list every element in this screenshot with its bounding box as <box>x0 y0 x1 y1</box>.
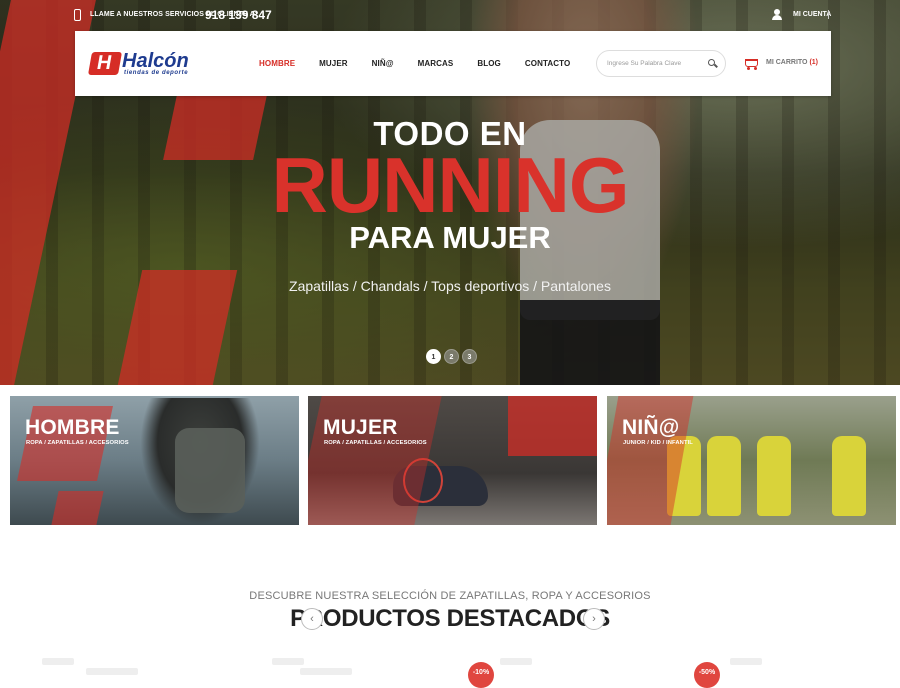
product-placeholder <box>86 668 138 675</box>
hero-categories: Zapatillas / Chandals / Tops deportivos … <box>289 278 611 294</box>
product-placeholder <box>272 658 304 665</box>
discount-badge: -50% <box>694 662 720 688</box>
category-tile-mujer[interactable]: MUJER ROPA / ZAPATILLAS / ACCESORIOS <box>308 396 597 525</box>
nav-item-mujer[interactable]: MUJER <box>319 59 348 68</box>
tile-red-accent <box>508 396 597 456</box>
tile-subtitle: ROPA / ZAPATILLAS / ACCESORIOS <box>26 440 129 446</box>
cart-label: MI CARRITO <box>766 59 808 66</box>
tile-image-kid <box>757 436 791 516</box>
carousel-next-button[interactable]: › <box>583 608 605 630</box>
top-bar: LLAME A NUESTROS SERVICIOS AL CLIENTE A:… <box>0 0 900 30</box>
cart-count-badge: (1) <box>809 59 818 66</box>
hero-heading-running: RUNNING <box>271 141 630 229</box>
featured-subtitle: DESCUBRE NUESTRA SELECCIÓN DE ZAPATILLAS… <box>249 590 651 602</box>
logo-tagline: tiendas de deporte <box>124 70 189 76</box>
discount-badge: -10% <box>468 662 494 688</box>
cart-link[interactable]: MI CARRITO (1) <box>766 59 818 66</box>
category-tile-hombre[interactable]: HOMBRE ROPA / ZAPATILLAS / ACCESORIOS <box>10 396 299 525</box>
product-placeholder <box>300 668 352 675</box>
main-nav: HOMBRE MUJER NIÑ@ MARCAS BLOG CONTACTO <box>259 59 594 68</box>
site-logo[interactable]: H Halcón tiendas de deporte <box>87 50 205 78</box>
divider <box>828 10 829 19</box>
main-header: H Halcón tiendas de deporte HOMBRE MUJER… <box>75 31 831 96</box>
slider-dot-1[interactable]: 1 <box>426 349 441 364</box>
user-icon[interactable] <box>772 9 782 20</box>
slider-dot-3[interactable]: 3 <box>462 349 477 364</box>
carousel-prev-button[interactable]: ‹ <box>301 608 323 630</box>
hero-heading-line3: PARA MUJER <box>349 220 551 255</box>
category-tile-nino[interactable]: NIÑ@ JUNIOR / KID / INFANTIL <box>607 396 896 525</box>
product-placeholder <box>730 658 762 665</box>
tile-red-accent <box>51 491 104 525</box>
nav-item-contacto[interactable]: CONTACTO <box>525 59 570 68</box>
slider-dot-2[interactable]: 2 <box>444 349 459 364</box>
tile-image-kid <box>832 436 866 516</box>
tile-subtitle: JUNIOR / KID / INFANTIL <box>623 440 693 446</box>
nav-item-nino[interactable]: NIÑ@ <box>372 59 394 68</box>
tile-title: HOMBRE <box>25 416 120 439</box>
product-placeholder <box>500 658 532 665</box>
nav-item-blog[interactable]: BLOG <box>477 59 501 68</box>
product-placeholder <box>42 658 74 665</box>
slider-pagination: 1 2 3 <box>426 349 477 364</box>
tile-title: NIÑ@ <box>622 416 680 439</box>
customer-service-phone[interactable]: 918 139 847 <box>205 8 272 22</box>
featured-title: PRODUCTOS DESTACADOS <box>290 605 610 632</box>
search-placeholder: Ingrese Su Palabra Clave <box>607 60 682 67</box>
tile-subtitle: ROPA / ZAPATILLAS / ACCESORIOS <box>324 440 427 446</box>
tile-image-backpack <box>175 428 245 513</box>
nav-item-hombre[interactable]: HOMBRE <box>259 59 295 68</box>
search-icon[interactable] <box>708 59 718 68</box>
nav-item-marcas[interactable]: MARCAS <box>418 59 454 68</box>
cart-icon[interactable] <box>744 57 759 70</box>
my-account-link[interactable]: MI CUENTA <box>793 11 831 18</box>
search-input[interactable]: Ingrese Su Palabra Clave <box>596 50 726 77</box>
logo-mark: H <box>87 52 123 75</box>
tile-image-kid <box>707 436 741 516</box>
tile-title: MUJER <box>323 416 398 439</box>
phone-icon <box>74 9 81 21</box>
